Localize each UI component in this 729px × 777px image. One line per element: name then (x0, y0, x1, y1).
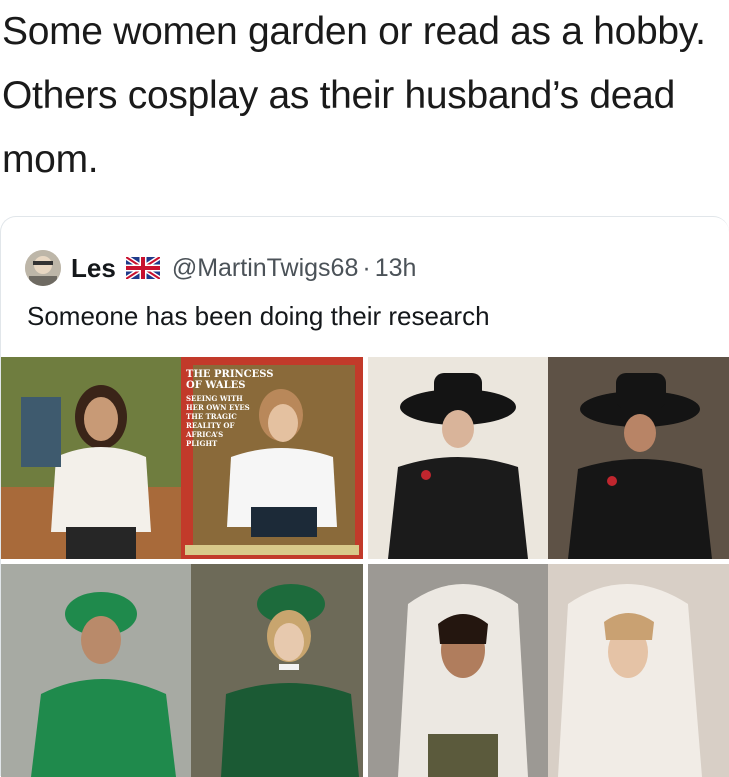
magazine-title-2: OF WALES (186, 380, 246, 391)
post-caption: Some women garden or read as a hobby. Ot… (2, 10, 706, 181)
user-avatar[interactable] (25, 250, 61, 286)
tweet-text: Someone has been doing their research (27, 301, 490, 331)
magazine-line-3: THE TRAGIC (186, 412, 237, 421)
magazine-line-1: SEEING WITH (186, 394, 243, 403)
magazine-line-5: AFRICA’S (185, 430, 223, 439)
magazine-line-2: HER OWN EYES (186, 403, 250, 412)
tweet-time[interactable]: 13h (375, 254, 417, 283)
magazine-line-4: REALITY OF (186, 421, 235, 430)
photo-comparison-white-shirt[interactable]: THE PRINCESS OF WALES SEEING WITH HER OW… (1, 357, 363, 559)
tweet-header: Les @MartinTwigs68 · 13h (25, 249, 416, 287)
dot-separator: · (362, 253, 371, 282)
photo-comparison-black-hats[interactable] (368, 357, 729, 559)
magazine-line-6: PLIGHT (186, 439, 218, 448)
display-name[interactable]: Les (71, 253, 116, 284)
photo-grid: THE PRINCESS OF WALES SEEING WITH HER OW… (1, 357, 729, 777)
uk-flag-icon (124, 254, 162, 282)
quoted-tweet-card[interactable]: Les @MartinTwigs68 · 13h Someone has bee… (0, 216, 729, 777)
magazine-title-1: THE PRINCESS (186, 369, 273, 380)
photo-comparison-green-outfits[interactable] (1, 564, 363, 777)
photo-comparison-head-scarves[interactable] (368, 564, 729, 777)
user-handle[interactable]: @MartinTwigs68 (172, 254, 359, 283)
